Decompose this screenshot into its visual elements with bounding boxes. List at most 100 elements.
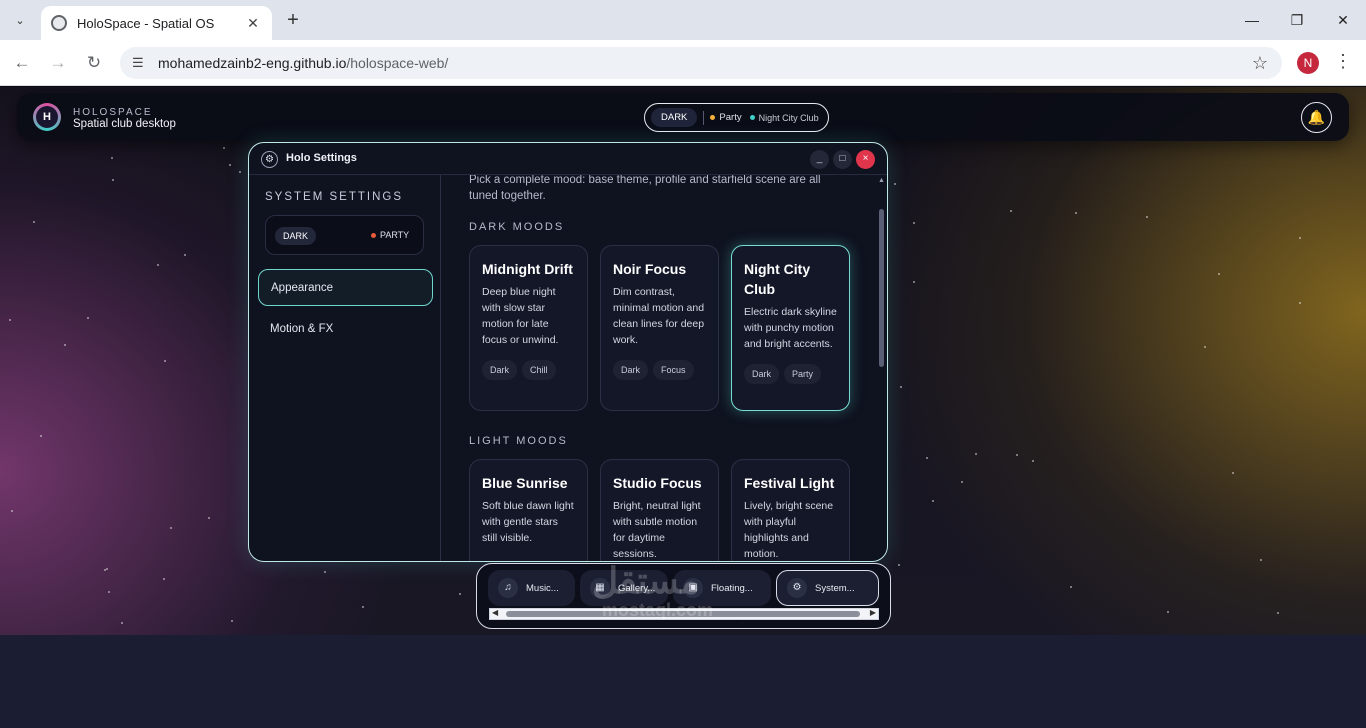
star-dot	[324, 571, 326, 573]
scroll-up-arrow-icon[interactable]: ▲	[878, 177, 885, 184]
notifications-bell-icon[interactable]: 🔔	[1301, 102, 1332, 133]
mood-card-festival-light[interactable]: Festival Light Lively, bright scene with…	[731, 459, 850, 561]
window-titlebar[interactable]: ⚙ Holo Settings _ □ ×	[249, 143, 887, 175]
tag-chip: Dark	[744, 364, 780, 384]
window-minimize-icon[interactable]: —	[1229, 8, 1275, 32]
mood-card-midnight-drift[interactable]: Midnight Drift Deep blue night with slow…	[469, 245, 588, 411]
tab-search-chevron-icon[interactable]: ⌄	[8, 8, 32, 32]
star-dot	[1167, 611, 1169, 613]
light-moods-heading: LIGHT MOODS	[469, 435, 568, 447]
mood-card-noir-focus[interactable]: Noir Focus Dim contrast, minimal motion …	[600, 245, 719, 411]
dark-moods-heading: DARK MOODS	[469, 221, 565, 233]
window-close-button[interactable]: ×	[856, 150, 875, 169]
star-dot	[104, 569, 106, 571]
divider	[703, 110, 705, 125]
star-dot	[894, 183, 896, 185]
window-minimize-button[interactable]: _	[810, 150, 829, 169]
content-scrollbar-thumb[interactable]	[879, 209, 884, 367]
sidebar-item-motion-fx[interactable]: Motion & FX	[258, 311, 433, 348]
tag-chip: Dark	[613, 360, 649, 380]
star-dot	[1070, 586, 1072, 588]
star-dot	[111, 157, 113, 159]
mood-intro-text: Pick a complete mood: base theme, profil…	[469, 175, 821, 202]
star-dot	[1232, 472, 1234, 474]
address-bar[interactable]: ☰ mohamedzainb2-eng.github.io/holospace-…	[120, 47, 1282, 79]
star-dot	[87, 317, 89, 319]
profile-status: Party	[710, 112, 742, 123]
star-dot	[932, 500, 934, 502]
dock-item-system[interactable]: ⚙ System...	[776, 570, 879, 606]
browser-tab[interactable]: HoloSpace - Spatial OS ✕	[41, 6, 272, 40]
headphones-icon: ♫	[498, 578, 518, 598]
star-dot	[11, 510, 13, 512]
sidebar-title: SYSTEM SETTINGS	[265, 191, 403, 203]
tag-chip: Dark	[482, 360, 518, 380]
settings-gear-icon: ⚙	[261, 151, 278, 168]
star-dot	[108, 591, 110, 593]
mode-status-pill[interactable]: DARK Party Night City Club	[644, 103, 829, 132]
star-dot	[961, 481, 963, 483]
star-dot	[926, 457, 928, 459]
scroll-left-arrow-icon: ◀	[492, 608, 499, 617]
tag-chip: Chill	[522, 360, 556, 380]
browser-tab-bar: ⌄ HoloSpace - Spatial OS ✕ + — ❐ ✕	[0, 0, 1366, 40]
theme-toggle[interactable]: DARK PARTY	[265, 215, 424, 255]
star-dot	[1277, 612, 1279, 614]
star-dot	[164, 360, 166, 362]
profile-avatar[interactable]: N	[1297, 52, 1319, 74]
star-dot	[1146, 216, 1148, 218]
star-dot	[223, 147, 225, 149]
browser-menu-icon[interactable]: ⋮	[1334, 51, 1352, 72]
star-dot	[362, 606, 364, 608]
window-restore-icon[interactable]: ❐	[1274, 8, 1320, 32]
dock-item-music[interactable]: ♫ Music...	[488, 570, 575, 606]
star-dot	[231, 620, 233, 622]
tab-close-icon[interactable]: ✕	[244, 15, 262, 32]
reload-icon[interactable]: ↻	[82, 51, 106, 75]
toggle-dark-label[interactable]: DARK	[275, 227, 317, 245]
star-dot	[208, 517, 210, 519]
star-dot	[170, 527, 172, 529]
star-dot	[184, 254, 186, 256]
back-icon[interactable]: ←	[10, 51, 34, 75]
star-dot	[900, 386, 902, 388]
star-dot	[1016, 454, 1018, 456]
new-tab-icon[interactable]: +	[283, 9, 303, 31]
star-dot	[229, 164, 231, 166]
star-dot	[1204, 346, 1206, 348]
star-dot	[239, 171, 241, 173]
browser-toolbar: ← → ↻ ☰ mohamedzainb2-eng.github.io/holo…	[0, 40, 1366, 86]
party-dot-icon	[710, 115, 716, 120]
star-dot	[1010, 210, 1012, 212]
bookmark-star-icon[interactable]: ☆	[1252, 53, 1268, 74]
star-dot	[33, 221, 35, 223]
mood-card-blue-sunrise[interactable]: Blue Sunrise Soft blue dawn light with g…	[469, 459, 588, 561]
page-bottom-band	[0, 635, 1366, 728]
url-text: mohamedzainb2-eng.github.io/holospace-we…	[158, 55, 449, 71]
watermark-logo: مستقل	[592, 560, 700, 601]
sidebar-item-appearance[interactable]: Appearance	[258, 269, 433, 306]
scene-status: Night City Club	[749, 113, 819, 123]
tab-favicon-icon	[51, 15, 67, 31]
window-maximize-button[interactable]: □	[833, 150, 852, 169]
window-close-icon[interactable]: ✕	[1320, 8, 1366, 32]
mood-card-studio-focus[interactable]: Studio Focus Bright, neutral light with …	[600, 459, 719, 561]
star-dot	[1260, 559, 1262, 561]
mode-dark-badge: DARK	[651, 108, 698, 127]
brand-subtitle: Spatial club desktop	[73, 118, 176, 130]
star-dot	[163, 578, 165, 580]
forward-icon[interactable]: →	[46, 51, 70, 75]
mood-card-night-city-club[interactable]: Night City Club Electric dark skyline wi…	[731, 245, 850, 411]
star-dot	[1032, 460, 1034, 462]
settings-sidebar: SYSTEM SETTINGS DARK PARTY Appearance Mo…	[249, 175, 441, 561]
tag-chip: Party	[784, 364, 822, 384]
tab-title: HoloSpace - Spatial OS	[77, 15, 215, 31]
site-settings-icon[interactable]: ☰	[132, 55, 154, 71]
star-dot	[121, 622, 123, 624]
star-dot	[459, 593, 461, 595]
toggle-party-label[interactable]: PARTY	[371, 230, 409, 240]
app-logo[interactable]: H	[33, 103, 61, 131]
window-title: Holo Settings	[286, 152, 357, 164]
holo-settings-window: ⚙ Holo Settings _ □ × SYSTEM SETTINGS DA…	[248, 142, 888, 562]
settings-content: Pick a complete mood: base theme, profil…	[442, 175, 887, 561]
